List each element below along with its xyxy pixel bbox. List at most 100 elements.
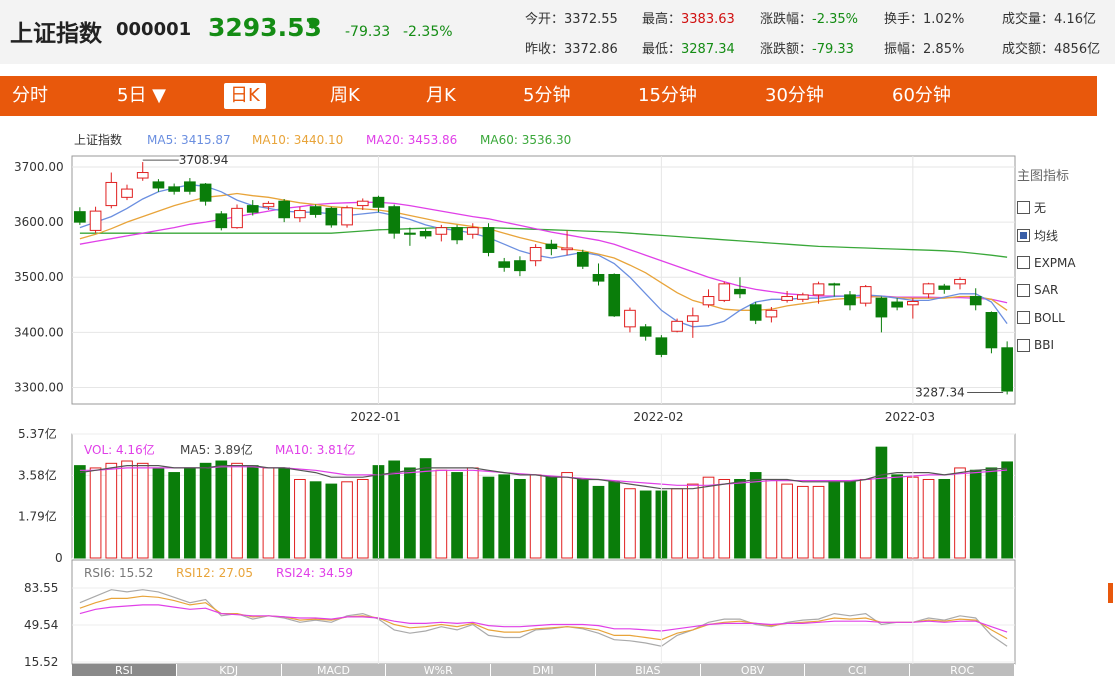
candle-body: [938, 285, 951, 290]
y-tick-label: 3300.00: [14, 380, 64, 394]
scroll-handle[interactable]: [1108, 583, 1113, 603]
tab-4[interactable]: 月K: [426, 83, 456, 109]
candle-body: [294, 210, 306, 219]
checkbox-icon[interactable]: [1017, 201, 1030, 215]
volume-bar: [341, 481, 353, 559]
volume-bar: [954, 467, 966, 559]
candle-body: [404, 232, 416, 235]
candle-body: [561, 247, 573, 251]
volume-bar: [875, 446, 888, 559]
candle-body: [985, 312, 998, 349]
volume-bar: [529, 474, 542, 559]
candle-body: [529, 246, 542, 262]
stat-item: 最高：3383.63: [642, 8, 735, 27]
indicator-option-label: EXPMA: [1034, 255, 1076, 270]
candle-body: [624, 309, 636, 328]
stat-label: 最高：: [642, 12, 682, 27]
volume-bar: [608, 481, 621, 559]
candle-body: [246, 205, 259, 213]
stat-value: 3372.55: [564, 12, 618, 27]
tab-2[interactable]: 日K: [224, 83, 266, 109]
tab-6[interactable]: 15分钟: [638, 83, 697, 109]
stat-label: 换手：: [884, 12, 924, 27]
legend-vol-ma10: MA10: 3.81亿: [275, 442, 355, 457]
indicator-option[interactable]: EXPMA: [1017, 249, 1097, 277]
candle-body: [608, 273, 621, 317]
sub-indicator-tab[interactable]: BIAS: [595, 664, 701, 676]
indicator-option[interactable]: 无: [1017, 194, 1097, 222]
candle-body: [954, 278, 966, 285]
volume-bar: [168, 472, 181, 559]
quote-header: 上证指数 000001 3293.53 ▼ -79.33 -2.35% 今开：3…: [0, 0, 1115, 64]
tab-5[interactable]: 5分钟: [523, 83, 570, 109]
tab-1[interactable]: 5日 ▼: [117, 83, 166, 109]
indicator-option[interactable]: BOLL: [1017, 304, 1097, 332]
kline-chart-svg[interactable]: 3700.00 3600.00 3500.00 3400.00 3300.00 2022-…: [0, 116, 1097, 676]
candle-body: [498, 261, 511, 268]
legend-vol-ma5: MA5: 3.89亿: [180, 442, 253, 457]
candle-body: [278, 200, 291, 219]
legend-name: 上证指数: [74, 132, 122, 147]
candle-body: [482, 227, 495, 253]
rsi-y-tick-label: 83.55: [24, 581, 58, 595]
candle-body: [136, 172, 149, 179]
sub-indicator-tab[interactable]: ROC: [910, 664, 1016, 676]
volume-bar: [498, 474, 511, 559]
stat-value: 4.16亿: [1054, 12, 1096, 27]
stat-label: 振幅：: [884, 42, 924, 57]
period-tabbar: 分时 5日 ▼ 日K 周K 月K 5分钟 15分钟 30分钟 60分钟: [0, 76, 1097, 116]
volume-bar: [718, 478, 731, 559]
tab-8[interactable]: 60分钟: [892, 83, 951, 109]
candle-body: [828, 283, 841, 286]
indicator-option[interactable]: BBI: [1017, 332, 1097, 360]
volume-bar: [812, 485, 825, 559]
candle-body: [686, 315, 699, 322]
candle-body: [906, 300, 919, 306]
volume-bar: [624, 488, 636, 559]
vol-y-tick-label: 5.37亿: [18, 426, 57, 441]
candle-body: [891, 301, 903, 308]
tab-3[interactable]: 周K: [330, 83, 360, 109]
y-tick-label: 3500.00: [14, 270, 64, 284]
stat-label: 最低：: [642, 42, 682, 57]
sub-indicator-tab[interactable]: CCI: [805, 664, 911, 676]
sub-indicator-tab[interactable]: OBV: [700, 664, 806, 676]
candle-body: [844, 294, 856, 306]
candle-body: [325, 207, 338, 226]
checkbox-icon[interactable]: [1017, 283, 1030, 297]
index-price: 3293.53: [208, 13, 322, 42]
candle-body: [576, 251, 589, 267]
candle-body: [215, 213, 228, 229]
candle-body: [514, 260, 526, 272]
checkbox-icon[interactable]: [1017, 228, 1030, 242]
volume-bar: [184, 467, 196, 559]
checkbox-icon[interactable]: [1017, 338, 1030, 352]
candle-body: [671, 320, 683, 332]
volume-bar: [938, 478, 951, 559]
candle-body: [718, 283, 731, 301]
sub-indicator-tab[interactable]: KDJ: [176, 664, 282, 676]
candle-body: [168, 186, 181, 192]
indicator-option-label: 均线: [1034, 228, 1059, 243]
volume-bar: [388, 460, 401, 559]
volume-bar: [514, 478, 526, 559]
stat-item: 成交量：4.16亿: [1002, 8, 1096, 27]
tab-7[interactable]: 30分钟: [765, 83, 824, 109]
volume-bar: [781, 483, 793, 559]
sub-indicator-tab[interactable]: RSI: [72, 664, 177, 676]
candle-body: [74, 211, 86, 223]
stat-label: 成交量：: [1002, 12, 1055, 27]
indicator-option[interactable]: 均线: [1017, 222, 1097, 250]
sub-indicator-tab[interactable]: MACD: [281, 664, 387, 676]
main-indicator-panel: 主图指标 无均线 EXPMA SAR BOLL BBI: [1017, 165, 1097, 359]
checkbox-icon[interactable]: [1017, 311, 1030, 325]
tab-0[interactable]: 分时: [12, 83, 48, 109]
sub-indicator-tab[interactable]: W%R: [386, 664, 492, 676]
checkbox-icon[interactable]: [1017, 256, 1030, 270]
candle-body: [372, 196, 385, 208]
indicator-option[interactable]: SAR: [1017, 277, 1097, 305]
low-annotation: 3287.34: [915, 385, 965, 399]
legend-ma20: MA20: 3453.86: [366, 133, 457, 147]
sub-indicator-tab[interactable]: DMI: [491, 664, 596, 676]
volume-bar: [482, 476, 495, 559]
